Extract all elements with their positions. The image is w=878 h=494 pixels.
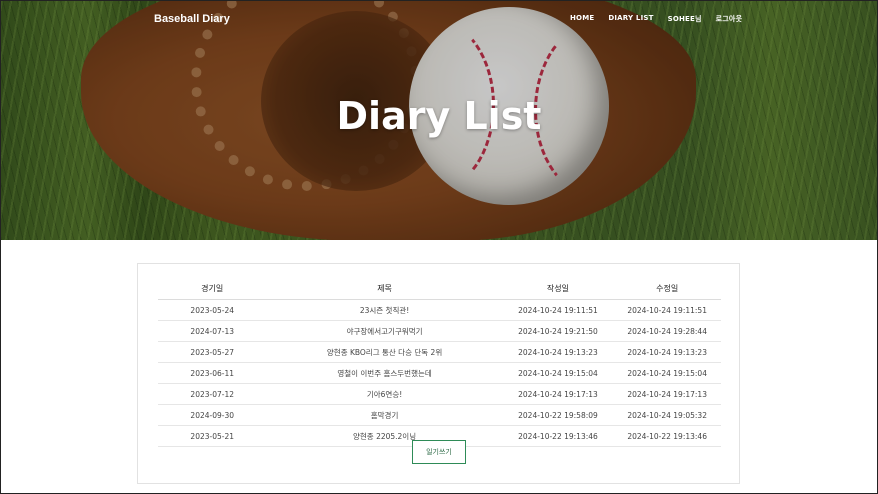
cell-updated: 2024-10-24 19:05:32 [613,404,721,426]
cell-game-date: 2024-09-30 [158,404,267,426]
table-row[interactable]: 2024-07-13 야구장에서고기구워먹기 2024-10-24 19:21:… [158,320,721,342]
cell-title-link[interactable]: 23시즌 첫직관! [266,299,503,321]
table-row[interactable]: 2024-09-30 홈막경기 2024-10-22 19:58:09 2024… [158,404,721,426]
table-row[interactable]: 2023-05-27 양현종 KBO리그 통산 다승 단독 2위 2024-10… [158,341,721,363]
cell-updated: 2024-10-22 19:13:46 [613,425,721,447]
cell-updated: 2024-10-24 19:15:04 [613,362,721,384]
column-header-title: 제목 [266,278,503,300]
table-header-row: 경기일 제목 작성일 수정일 [158,278,721,300]
brand-logo-link[interactable]: Baseball Diary [154,13,230,25]
cell-title-link[interactable]: 양현종 KBO리그 통산 다승 단독 2위 [266,341,503,363]
cell-created: 2024-10-22 19:13:46 [502,425,614,447]
cell-game-date: 2023-07-12 [158,383,267,405]
column-header-updated: 수정일 [613,278,721,300]
nav-diary-list[interactable]: DIARY LIST [608,14,653,24]
cell-game-date: 2023-06-11 [158,362,267,384]
cell-created: 2024-10-24 19:17:13 [502,383,614,405]
hero-banner: Baseball Diary HOME DIARY LIST SOHEE님 로그… [1,1,877,240]
cell-game-date: 2023-05-27 [158,341,267,363]
cell-created: 2024-10-24 19:11:51 [502,299,614,321]
diary-table: 경기일 제목 작성일 수정일 2023-05-24 23시즌 첫직관! 2024… [158,278,721,447]
cell-updated: 2024-10-24 19:28:44 [613,320,721,342]
page-title: Diary List [336,94,542,138]
nav-logout[interactable]: 로그아웃 [716,14,743,24]
cell-updated: 2024-10-24 19:13:23 [613,341,721,363]
cell-title-link[interactable]: 기아6연승! [266,383,503,405]
cell-title-link[interactable]: 영철이 이번주 홈스두번했는데 [266,362,503,384]
table-row[interactable]: 2023-05-24 23시즌 첫직관! 2024-10-24 19:11:51… [158,299,721,321]
diary-list-card: 경기일 제목 작성일 수정일 2023-05-24 23시즌 첫직관! 2024… [137,263,740,484]
cell-title-link[interactable]: 홈막경기 [266,404,503,426]
column-header-created: 작성일 [502,278,614,300]
cell-created: 2024-10-24 19:21:50 [502,320,614,342]
top-nav: HOME DIARY LIST SOHEE님 로그아웃 [570,14,756,24]
nav-home[interactable]: HOME [570,14,594,24]
cell-game-date: 2023-05-21 [158,425,267,447]
cell-game-date: 2024-07-13 [158,320,267,342]
cell-title-link[interactable]: 야구장에서고기구워먹기 [266,320,503,342]
cell-updated: 2024-10-24 19:17:13 [613,383,721,405]
column-header-game-date: 경기일 [158,278,267,300]
cell-created: 2024-10-24 19:13:23 [502,341,614,363]
table-row[interactable]: 2023-07-12 기아6연승! 2024-10-24 19:17:13 20… [158,383,721,405]
cell-game-date: 2023-05-24 [158,299,267,321]
cell-updated: 2024-10-24 19:11:51 [613,299,721,321]
table-row[interactable]: 2023-06-11 영철이 이번주 홈스두번했는데 2024-10-24 19… [158,362,721,384]
nav-user[interactable]: SOHEE님 [668,14,702,24]
cell-created: 2024-10-22 19:58:09 [502,404,614,426]
write-diary-button[interactable]: 일기쓰기 [412,440,466,464]
cell-created: 2024-10-24 19:15:04 [502,362,614,384]
cell-title-link[interactable]: 양현종 2205.2이닝 [266,425,503,447]
